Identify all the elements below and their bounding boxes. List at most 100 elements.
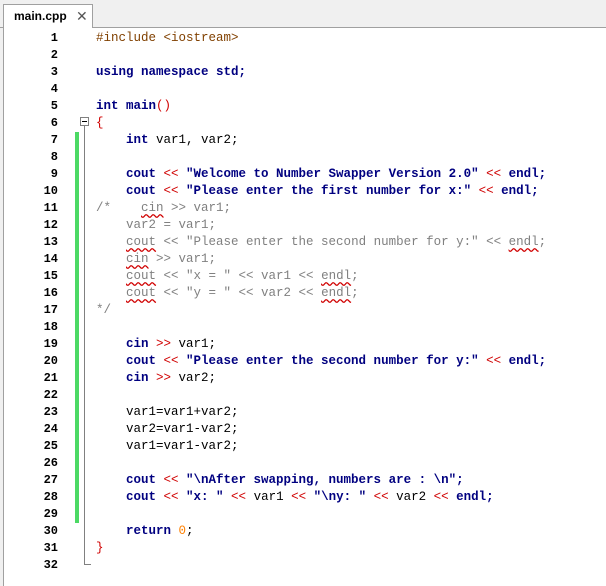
line-number: 30: [43, 524, 58, 538]
code-line[interactable]: 22: [4, 387, 606, 404]
code-editor[interactable]: 1 #include <iostream> 2 3 using namespace st…: [3, 28, 606, 586]
change-marker: [75, 455, 79, 472]
code-line[interactable]: 31}: [4, 540, 606, 557]
code-line[interactable]: 5 int main(): [4, 98, 606, 115]
close-icon[interactable]: ✕: [76, 8, 88, 24]
code-line[interactable]: 32: [4, 557, 606, 574]
code-token: var1=var1-var2;: [96, 439, 239, 453]
code-token: <<: [291, 490, 314, 504]
code-line[interactable]: 11 /* cin >> var1;: [4, 200, 606, 217]
code-line[interactable]: 20 cout << "Please enter the second numb…: [4, 353, 606, 370]
change-marker: [75, 268, 79, 285]
change-marker: [75, 149, 79, 166]
code-token: cin: [96, 337, 157, 351]
change-marker: [75, 166, 79, 183]
code-token: endl;: [508, 354, 547, 368]
code-text: cin >> var1;: [96, 251, 216, 268]
code-line[interactable]: 27 cout << "\nAfter swapping, numbers ar…: [4, 472, 606, 489]
code-text: /* cin >> var1;: [96, 200, 231, 217]
code-token: cout << "y = " << var2 << endl;: [126, 286, 359, 300]
tab-main-cpp[interactable]: main.cpp ✕: [3, 4, 93, 28]
code-token: int main: [96, 99, 157, 113]
code-text: cout << "Please enter the first number f…: [96, 183, 539, 200]
code-token: "\nAfter swapping, numbers are : \n";: [186, 473, 464, 487]
line-number: 13: [43, 235, 58, 249]
code-token: <<: [433, 490, 457, 504]
code-text: var2=var1-var2;: [96, 421, 239, 438]
code-token: cout: [96, 354, 164, 368]
code-line[interactable]: 19 cin >> var1;: [4, 336, 606, 353]
line-number: 17: [43, 303, 58, 317]
code-text: cout << "x = " << var1 << endl;: [96, 268, 359, 285]
code-token: "\ny: ": [313, 490, 374, 504]
code-line[interactable]: 24 var2=var1-var2;: [4, 421, 606, 438]
change-marker: [75, 387, 79, 404]
code-token: "x: ": [186, 490, 232, 504]
change-marker: [75, 319, 79, 336]
code-token: var2: [396, 490, 434, 504]
code-line[interactable]: 6{: [4, 115, 606, 132]
code-line[interactable]: 7 int var1, var2;: [4, 132, 606, 149]
change-marker: [75, 472, 79, 489]
change-marker: [75, 132, 79, 149]
code-token: cout: [96, 490, 164, 504]
code-text: cin >> var1;: [96, 336, 216, 353]
code-line[interactable]: 26: [4, 455, 606, 472]
code-line[interactable]: 14 cin >> var1;: [4, 251, 606, 268]
line-number: 20: [43, 354, 58, 368]
code-line[interactable]: 3 using namespace std;: [4, 64, 606, 81]
line-number: 19: [43, 337, 58, 351]
code-token: <<: [163, 473, 187, 487]
code-token: <<: [486, 167, 509, 181]
change-marker: [75, 251, 79, 268]
code-token: 0: [178, 524, 187, 538]
code-text: cout << "Please enter the second number …: [96, 234, 546, 251]
change-marker: [75, 489, 79, 506]
code-line[interactable]: 15 cout << "x = " << var1 << endl;: [4, 268, 606, 285]
code-text: #include <iostream>: [96, 30, 239, 47]
code-text: {: [96, 115, 104, 132]
code-line[interactable]: 17 */: [4, 302, 606, 319]
code-line[interactable]: 12 var2 = var1;: [4, 217, 606, 234]
code-token: /* cin >> var1;: [96, 201, 232, 215]
code-token: <<: [163, 184, 187, 198]
code-token: >>: [156, 371, 179, 385]
code-token: <<: [163, 490, 187, 504]
change-marker: [75, 370, 79, 387]
code-line[interactable]: 4: [4, 81, 606, 98]
code-line[interactable]: 10 cout << "Please enter the first numbe…: [4, 183, 606, 200]
change-marker: [75, 336, 79, 353]
code-text: cin >> var2;: [96, 370, 216, 387]
code-token: "Please enter the second number for y:": [186, 354, 487, 368]
code-line[interactable]: 1 #include <iostream>: [4, 30, 606, 47]
line-number: 10: [43, 184, 58, 198]
line-number: 7: [50, 133, 58, 147]
change-marker: [75, 404, 79, 421]
line-number: 28: [43, 490, 58, 504]
line-number: 1: [50, 31, 58, 45]
code-line[interactable]: 28 cout << "x: " << var1 << "\ny: " << v…: [4, 489, 606, 506]
code-token: cout: [96, 473, 164, 487]
code-token: <<: [231, 490, 254, 504]
code-line[interactable]: 21 cin >> var2;: [4, 370, 606, 387]
change-marker: [75, 302, 79, 319]
line-number: 18: [43, 320, 58, 334]
code-line[interactable]: 16 cout << "y = " << var2 << endl;: [4, 285, 606, 302]
code-line[interactable]: 13 cout << "Please enter the second numb…: [4, 234, 606, 251]
line-number: 11: [43, 201, 58, 215]
code-token: cout: [96, 184, 164, 198]
line-number: 24: [43, 422, 58, 436]
code-line[interactable]: 25 var1=var1-var2;: [4, 438, 606, 455]
code-line[interactable]: 29: [4, 506, 606, 523]
code-line[interactable]: 30 return 0;: [4, 523, 606, 540]
code-line[interactable]: 23 var1=var1+var2;: [4, 404, 606, 421]
code-token: endl;: [456, 490, 494, 504]
code-line[interactable]: 2: [4, 47, 606, 64]
code-line[interactable]: 8: [4, 149, 606, 166]
code-line[interactable]: 18: [4, 319, 606, 336]
code-line[interactable]: 9 cout << "Welcome to Number Swapper Ver…: [4, 166, 606, 183]
change-marker: [75, 234, 79, 251]
change-marker: [75, 200, 79, 217]
code-token: cout: [96, 167, 164, 181]
code-token: >>: [156, 337, 179, 351]
